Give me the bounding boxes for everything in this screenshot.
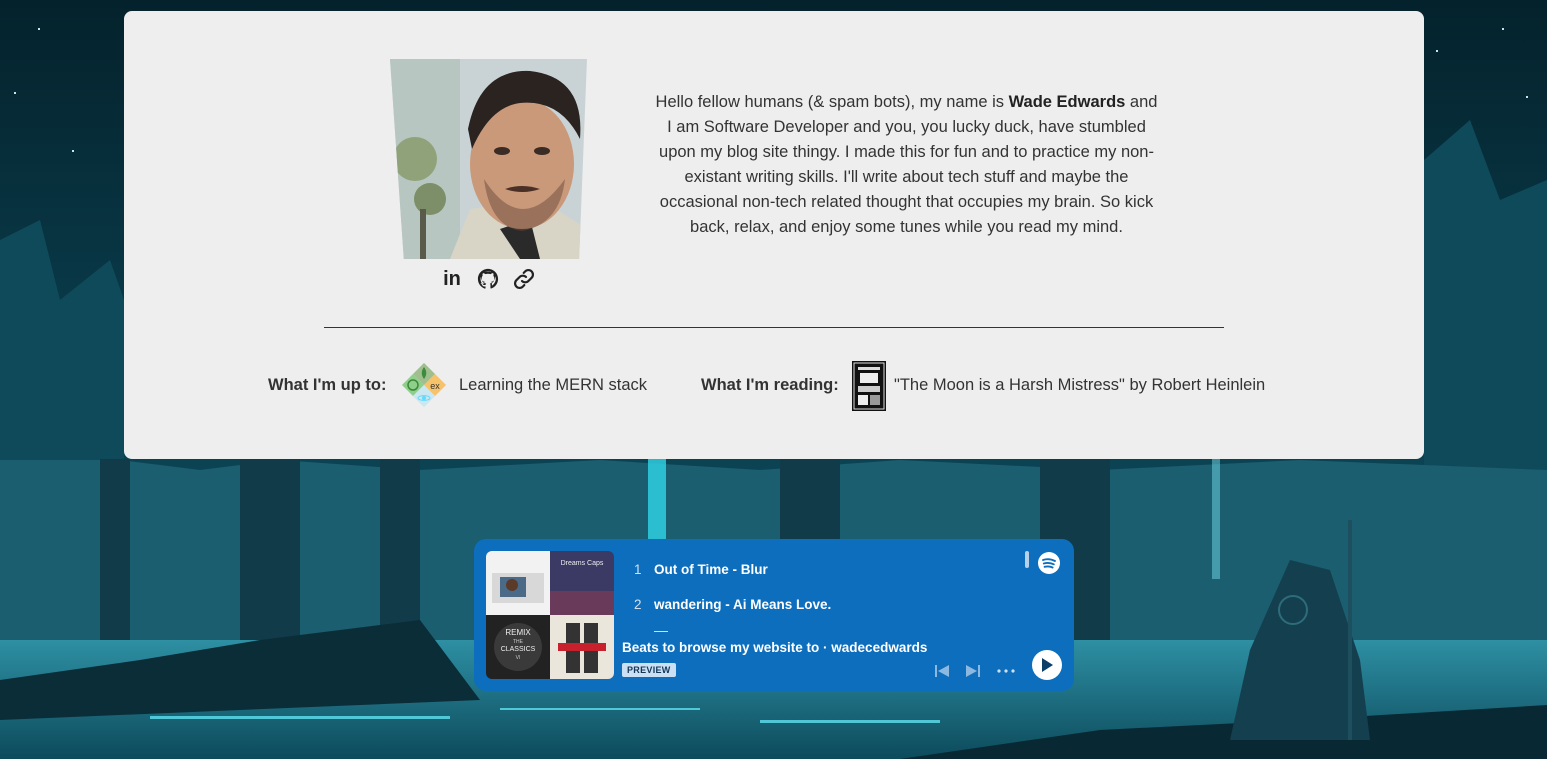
cover-art-label-the: THE <box>513 639 524 645</box>
linkedin-icon[interactable]: in <box>440 267 464 291</box>
spotify-logo-glyph <box>1038 552 1060 574</box>
mern-diamond-icon: ex <box>402 363 446 407</box>
bio-body: and I am Software Developer and you, you… <box>659 93 1158 236</box>
linkedin-icon-label: in <box>443 267 461 290</box>
next-glyph <box>966 665 980 677</box>
play-button[interactable] <box>1032 650 1062 680</box>
social-links: in <box>440 267 536 291</box>
reading-label: What I'm reading: <box>701 376 839 394</box>
playlist-title[interactable]: Beats to browse my website to · wadecedw… <box>622 640 927 655</box>
more-options-icon[interactable] <box>996 663 1016 679</box>
status-row: What I'm up to: ex Learning the MERN sta… <box>124 360 1424 412</box>
track-number: 1 <box>634 562 642 577</box>
intro-card: in Hello fellow humans (& spam bots), my… <box>124 11 1424 459</box>
track-list-fade <box>654 631 668 632</box>
playlist-cover-mosaic: Dreams Caps REMIX THE CLASSICS VI <box>486 551 614 679</box>
up-to-text: Learning the MERN stack <box>459 376 648 394</box>
more-options-glyph <box>997 669 1015 673</box>
next-track-icon[interactable] <box>964 663 982 679</box>
book-cover-image <box>852 361 886 411</box>
cover-art-label-classics: CLASSICS <box>501 646 536 653</box>
link-icon[interactable] <box>512 267 536 291</box>
mern-stack-icon: ex <box>401 362 447 408</box>
link-icon-glyph <box>513 268 535 290</box>
preview-badge: PREVIEW <box>622 663 676 677</box>
avatar <box>390 59 587 259</box>
cover-art-label-remix: REMIX <box>505 628 531 637</box>
previous-glyph <box>935 665 949 677</box>
previous-track-icon[interactable] <box>933 663 951 679</box>
up-to-label: What I'm up to: <box>268 376 387 394</box>
scrollbar[interactable] <box>1025 551 1029 568</box>
bio-intro: Hello fellow humans (& spam bots), my na… <box>655 93 1009 111</box>
book-cover <box>852 361 886 411</box>
cover-art-label-volume: VI <box>516 655 521 661</box>
track-title: Out of Time - Blur <box>654 562 768 577</box>
track-number: 2 <box>634 597 642 612</box>
github-icon-glyph <box>477 268 499 289</box>
profile-photo <box>390 59 587 259</box>
track-title: wandering - Ai Means Love. <box>654 597 832 612</box>
spotify-player: Dreams Caps REMIX THE CLASSICS VI 1 Out … <box>474 539 1074 691</box>
express-icon-label: ex <box>430 381 440 391</box>
author-name: Wade Edwards <box>1008 93 1126 111</box>
github-icon[interactable] <box>476 267 500 291</box>
bio-text: Hello fellow humans (& spam bots), my na… <box>654 90 1159 240</box>
reading-text: "The Moon is a Harsh Mistress" by Robert… <box>894 376 1266 394</box>
playlist-cover[interactable]: Dreams Caps REMIX THE CLASSICS VI <box>486 551 614 679</box>
spotify-logo-icon[interactable] <box>1037 551 1061 575</box>
cover-art-label-dreams: Dreams Caps <box>561 560 604 567</box>
play-icon <box>1042 658 1053 672</box>
track-item[interactable]: 1 Out of Time - Blur <box>634 562 768 577</box>
divider <box>324 327 1224 328</box>
track-item[interactable]: 2 wandering - Ai Means Love. <box>634 597 831 612</box>
